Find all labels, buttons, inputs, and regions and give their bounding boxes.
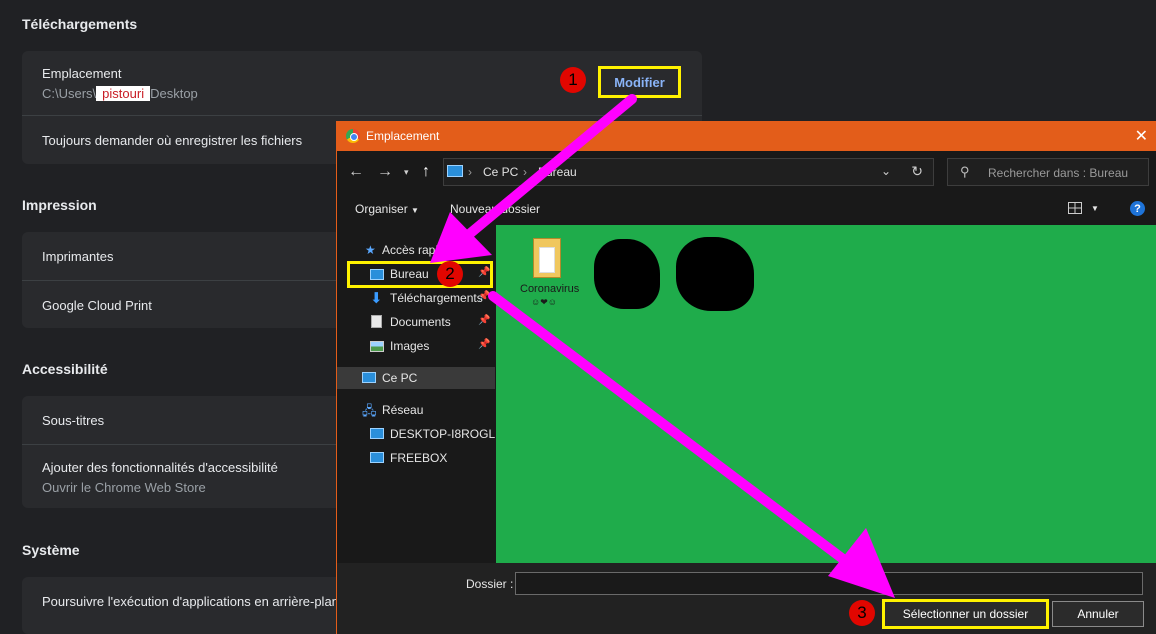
background-apps-label: Poursuivre l'exécution d'applications en… [42, 594, 339, 609]
download-arrow-icon: ⬇ [370, 290, 383, 307]
nav-network[interactable]: 🖧 Réseau [337, 399, 495, 421]
dialog-toolbar: Organiser ▼ Nouveau dossier ▼ ? [337, 193, 1156, 225]
computer-icon [370, 452, 384, 463]
back-arrow-icon[interactable]: ← [348, 163, 364, 181]
nav-network-freebox[interactable]: FREEBOX [337, 447, 495, 469]
chevron-down-icon[interactable]: ⌄ [881, 164, 891, 178]
location-path-suffix: Desktop [150, 86, 198, 101]
nav-this-pc-label: Ce PC [382, 371, 418, 385]
cloud-print-label: Google Cloud Print [42, 298, 152, 313]
document-icon [371, 315, 382, 328]
close-icon[interactable]: ✕ [1135, 126, 1148, 146]
folder-content-area[interactable]: Coronavirus ☺❤☺ [496, 225, 1156, 563]
nav-network-label: Réseau [382, 403, 424, 417]
folder-name: Coronavirus [520, 283, 580, 295]
nav-network-desktop-label: DESKTOP-I8ROGLI [390, 427, 495, 441]
computer-icon [370, 428, 384, 439]
organize-label: Organiser [355, 202, 408, 216]
cancel-button[interactable]: Annuler [1052, 601, 1144, 627]
folder-subtitle: ☺❤☺ [531, 297, 557, 307]
location-path-prefix: C:\Users\ [42, 86, 97, 101]
location-label: Emplacement [42, 66, 122, 81]
select-folder-button[interactable]: Sélectionner un dossier [882, 599, 1049, 629]
printers-label: Imprimantes [42, 249, 114, 264]
breadcrumb-bureau[interactable]: Bureau [538, 165, 577, 179]
printing-section-title: Impression [22, 197, 97, 213]
navigation-bar: ← → ▾ ↑ › Ce PC › Bureau ⌄ ↻ ⚲ Recherche… [337, 151, 1156, 193]
dialog-titlebar: Emplacement ✕ [337, 121, 1156, 151]
redacted-item[interactable] [676, 237, 754, 311]
nav-item-images-label: Images [390, 339, 430, 353]
pin-icon: 📌 [478, 291, 491, 302]
nav-item-downloads-label: Téléchargements [390, 291, 483, 305]
captions-label: Sous-titres [42, 413, 105, 428]
network-icon: 🖧 [362, 403, 377, 418]
computer-icon [362, 372, 376, 383]
dialog-footer: Dossier : Sélectionner un dossier Annule… [337, 563, 1156, 634]
nav-network-desktop[interactable]: DESKTOP-I8ROGLI [337, 423, 495, 445]
folder-icon [533, 238, 561, 278]
folder-picker-dialog: Emplacement ✕ ← → ▾ ↑ › Ce PC › Bureau ⌄… [336, 121, 1156, 634]
web-store-link: Ouvrir le Chrome Web Store [42, 480, 206, 495]
new-folder-button[interactable]: Nouveau dossier [450, 202, 540, 216]
nav-quick-access[interactable]: ★ Accès rapide [337, 239, 495, 261]
nav-network-freebox-label: FREEBOX [390, 451, 448, 465]
step-3-marker: 3 [849, 600, 875, 626]
breadcrumb-separator-icon: › [468, 165, 472, 179]
pin-icon: 📌 [478, 339, 491, 350]
star-icon: ★ [365, 243, 376, 257]
recent-locations-icon[interactable]: ▾ [404, 167, 409, 178]
system-section-title: Système [22, 542, 80, 558]
computer-icon [447, 165, 463, 177]
redacted-item[interactable] [594, 239, 660, 309]
breadcrumb-separator-icon: › [523, 165, 527, 179]
up-arrow-icon[interactable]: ↑ [422, 163, 430, 181]
search-placeholder: Rechercher dans : Bureau [988, 166, 1129, 180]
nav-item-documents-label: Documents [390, 315, 451, 329]
screen: Téléchargements Emplacement C:\Users\ pis… [0, 0, 1156, 634]
search-box[interactable]: ⚲ Rechercher dans : Bureau [947, 158, 1149, 186]
folder-label: Dossier : [466, 577, 514, 591]
nav-this-pc[interactable]: Ce PC [337, 367, 495, 389]
folder-input[interactable] [515, 572, 1143, 595]
chevron-down-icon[interactable]: ▼ [1091, 204, 1099, 213]
address-bar[interactable]: › Ce PC › Bureau ⌄ ↻ [443, 158, 934, 186]
step-1-marker: 1 [560, 67, 586, 93]
downloads-section-title: Téléchargements [22, 16, 138, 32]
forward-arrow-icon[interactable]: → [377, 163, 393, 181]
pin-icon: 📌 [478, 315, 491, 326]
always-ask-label: Toujours demander où enregistrer les fic… [42, 133, 303, 148]
nav-item-documents[interactable]: Documents 📌 [337, 311, 495, 333]
help-icon[interactable]: ? [1130, 201, 1145, 216]
accessibility-section-title: Accessibilité [22, 361, 108, 377]
search-icon: ⚲ [960, 164, 970, 179]
location-path-user: pistouri [96, 86, 151, 101]
nav-item-images[interactable]: Images 📌 [337, 335, 495, 357]
nav-item-downloads[interactable]: ⬇ Téléchargements 📌 [337, 287, 495, 309]
bureau-highlight-box [347, 261, 493, 288]
location-path: C:\Users\ pistouri Desktop [42, 86, 198, 101]
step-2-marker: 2 [437, 261, 463, 287]
organize-menu[interactable]: Organiser ▼ [355, 202, 419, 216]
chevron-down-icon: ▼ [411, 206, 419, 215]
dialog-title: Emplacement [366, 129, 440, 143]
view-options-icon[interactable] [1068, 202, 1082, 214]
image-icon [370, 341, 384, 352]
chrome-icon [346, 129, 360, 143]
refresh-icon[interactable]: ↻ [911, 163, 923, 180]
nav-quick-access-label: Accès rapide [382, 243, 452, 257]
add-accessibility-label: Ajouter des fonctionnalités d'accessibil… [42, 460, 278, 475]
modify-location-button[interactable]: Modifier [598, 66, 681, 98]
breadcrumb-this-pc[interactable]: Ce PC [483, 165, 518, 179]
